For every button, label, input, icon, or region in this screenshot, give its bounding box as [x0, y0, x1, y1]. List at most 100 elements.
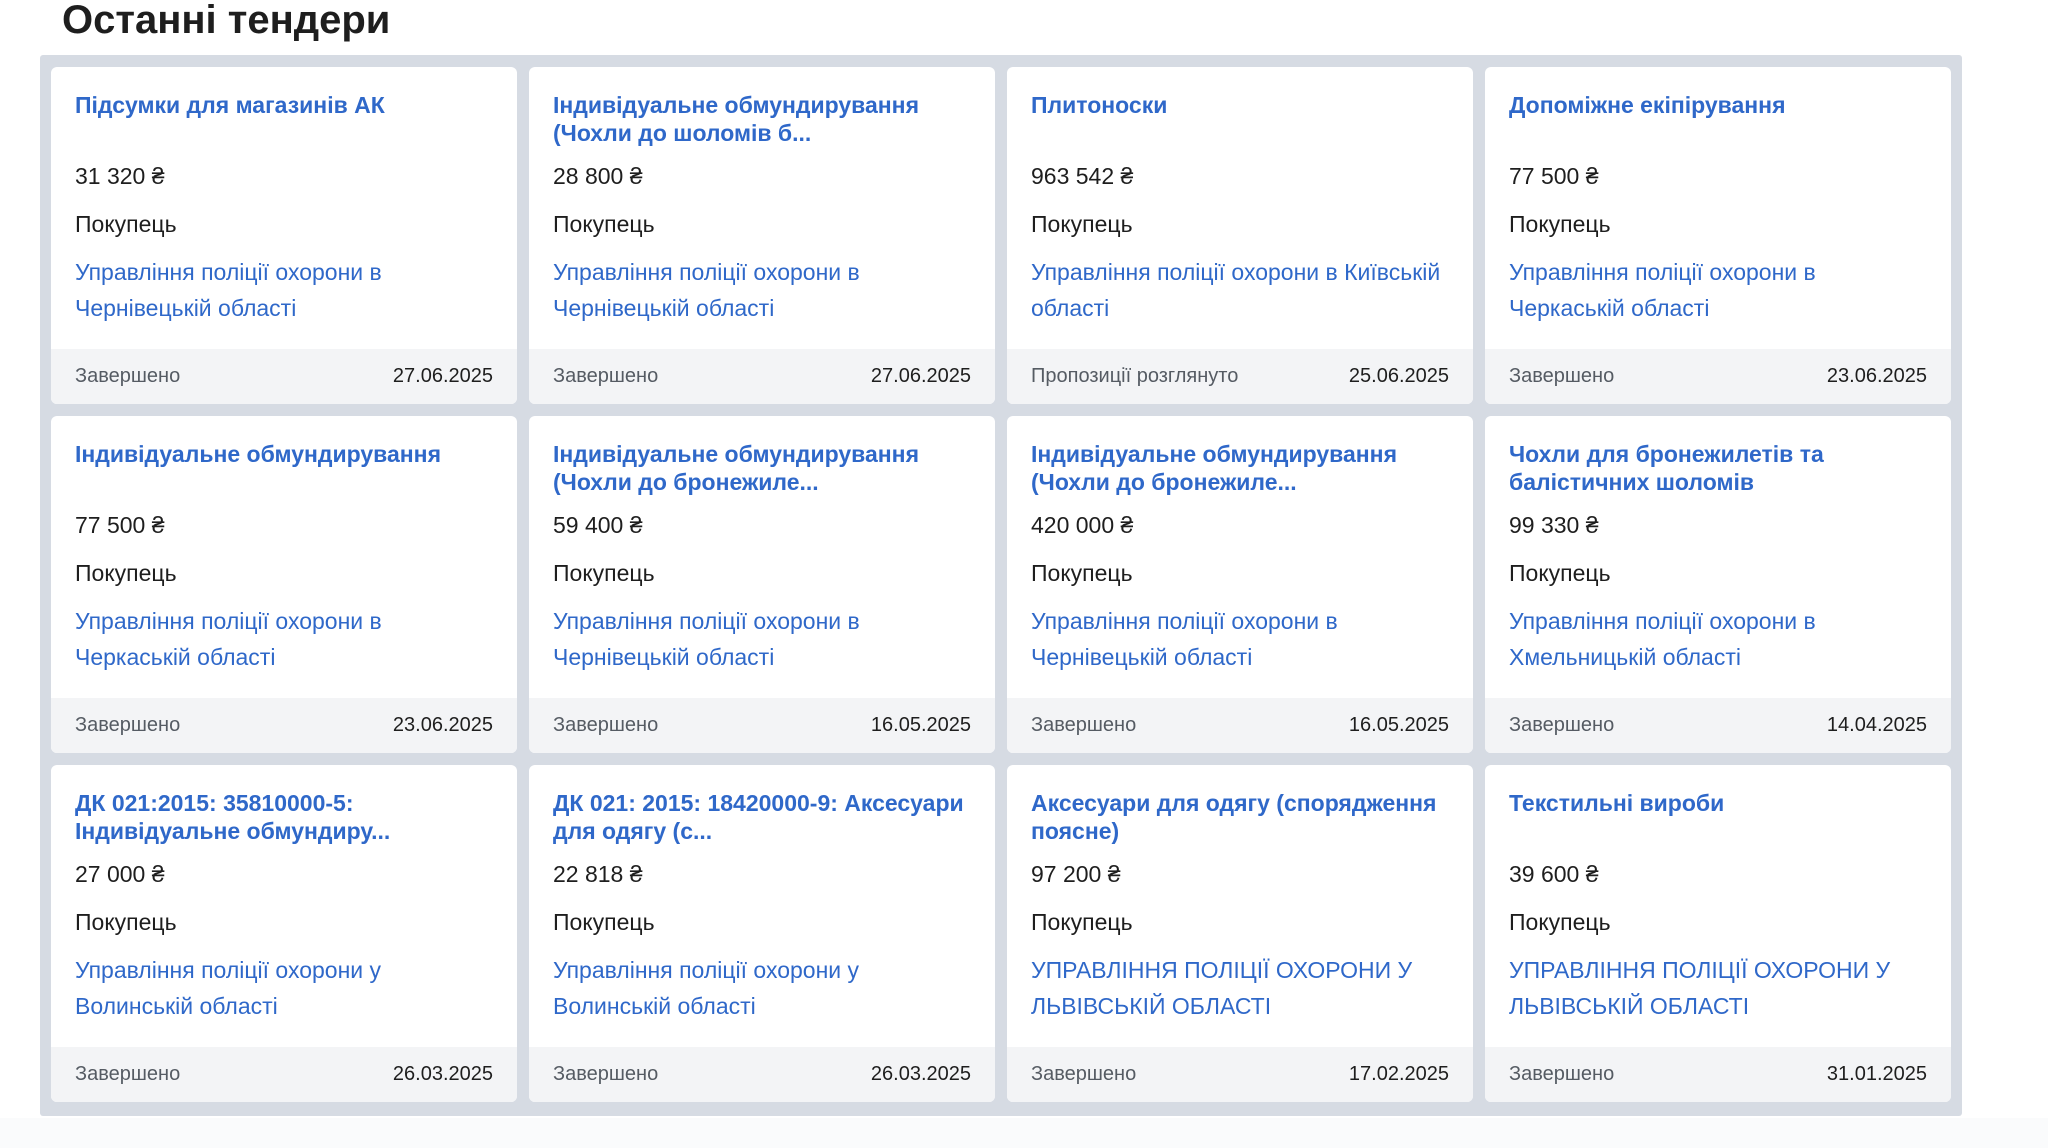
tender-amount: 420 000 ₴ — [1031, 512, 1134, 538]
tender-status: Завершено — [1031, 714, 1137, 736]
buyer-label: Покупець — [1031, 560, 1133, 586]
tender-date: 27.06.2025 — [870, 365, 971, 387]
tender-amount: 77 500 ₴ — [75, 512, 165, 538]
tender-date: 26.03.2025 — [392, 1063, 493, 1085]
tender-amount: 27 000 ₴ — [75, 861, 165, 887]
buyer-link[interactable]: Управління поліції охорони в Черкаській … — [1509, 254, 1929, 326]
tender-title-link[interactable]: Допоміжне екіпірування — [1509, 91, 1939, 119]
tender-date: 27.06.2025 — [392, 365, 493, 387]
tenders-panel: Підсумки для магазинів АК 31 320 ₴ Покуп… — [40, 55, 1962, 1116]
tender-title-link[interactable]: ДК 021: 2015: 18420000-9: Аксесуари для … — [553, 789, 983, 845]
tender-status: Завершено — [1509, 1063, 1615, 1085]
tender-status: Завершено — [75, 365, 181, 387]
tender-card-footer: Завершено 31.01.2025 — [1485, 1047, 1951, 1102]
tender-status: Завершено — [1509, 714, 1615, 736]
tender-card[interactable]: Індивідуальне обмундирування (Чохли до б… — [529, 416, 995, 753]
tender-card[interactable]: Текстильні вироби 39 600 ₴ Покупець УПРА… — [1485, 765, 1951, 1102]
tender-card-footer: Завершено 23.06.2025 — [51, 698, 517, 753]
tender-card-footer: Завершено 27.06.2025 — [529, 349, 995, 404]
tender-title-link[interactable]: Чохли для бронежилетів та балістичних шо… — [1509, 440, 1939, 496]
tender-card-footer: Завершено 16.05.2025 — [1007, 698, 1473, 753]
tender-card[interactable]: Чохли для бронежилетів та балістичних шо… — [1485, 416, 1951, 753]
tender-card[interactable]: ДК 021:2015: 35810000-5: Індивідуальне о… — [51, 765, 517, 1102]
buyer-label: Покупець — [1031, 211, 1133, 237]
tender-title-link[interactable]: Текстильні вироби — [1509, 789, 1939, 817]
tender-card-footer: Пропозиції розглянуто 25.06.2025 — [1007, 349, 1473, 404]
buyer-label: Покупець — [553, 211, 655, 237]
tender-date: 16.05.2025 — [870, 714, 971, 736]
tender-card[interactable]: Підсумки для магазинів АК 31 320 ₴ Покуп… — [51, 67, 517, 404]
tender-date: 25.06.2025 — [1348, 365, 1449, 387]
buyer-label: Покупець — [75, 560, 177, 586]
tender-card-footer: Завершено 26.03.2025 — [529, 1047, 995, 1102]
buyer-label: Покупець — [75, 909, 177, 935]
buyer-link[interactable]: Управління поліції охорони в Чернівецькі… — [553, 603, 973, 675]
tender-title-link[interactable]: Індивідуальне обмундирування — [75, 440, 505, 468]
tender-title-link[interactable]: Індивідуальне обмундирування (Чохли до б… — [1031, 440, 1461, 496]
buyer-label: Покупець — [553, 560, 655, 586]
buyer-link[interactable]: УПРАВЛІННЯ ПОЛІЦІЇ ОХОРОНИ У ЛЬВІВСЬКІЙ … — [1509, 952, 1929, 1024]
tender-title-link[interactable]: Індивідуальне обмундирування (Чохли до ш… — [553, 91, 983, 147]
buyer-link[interactable]: УПРАВЛІННЯ ПОЛІЦІЇ ОХОРОНИ У ЛЬВІВСЬКІЙ … — [1031, 952, 1451, 1024]
buyer-label: Покупець — [1509, 211, 1611, 237]
tender-status: Завершено — [1031, 1063, 1137, 1085]
tender-title-link[interactable]: Аксесуари для одягу (спорядження поясне) — [1031, 789, 1461, 845]
tender-status: Завершено — [553, 1063, 659, 1085]
tender-amount: 963 542 ₴ — [1031, 163, 1134, 189]
tender-card-footer: Завершено 27.06.2025 — [51, 349, 517, 404]
tender-date: 14.04.2025 — [1826, 714, 1927, 736]
tender-status: Завершено — [1509, 365, 1615, 387]
tender-status: Завершено — [75, 714, 181, 736]
tender-card-footer: Завершено 26.03.2025 — [51, 1047, 517, 1102]
tender-amount: 59 400 ₴ — [553, 512, 643, 538]
tender-status: Завершено — [553, 365, 659, 387]
tender-amount: 22 818 ₴ — [553, 861, 643, 887]
tender-card[interactable]: Плитоноски 963 542 ₴ Покупець Управління… — [1007, 67, 1473, 404]
tender-card[interactable]: Індивідуальне обмундирування (Чохли до ш… — [529, 67, 995, 404]
tender-card[interactable]: Допоміжне екіпірування 77 500 ₴ Покупець… — [1485, 67, 1951, 404]
tender-card[interactable]: Індивідуальне обмундирування 77 500 ₴ По… — [51, 416, 517, 753]
page-bottom-strip — [0, 1118, 2048, 1148]
tender-card-footer: Завершено 14.04.2025 — [1485, 698, 1951, 753]
tender-status: Завершено — [75, 1063, 181, 1085]
tender-date: 16.05.2025 — [1348, 714, 1449, 736]
tender-card[interactable]: Аксесуари для одягу (спорядження поясне)… — [1007, 765, 1473, 1102]
tender-title-link[interactable]: Плитоноски — [1031, 91, 1461, 119]
buyer-label: Покупець — [1509, 909, 1611, 935]
buyer-link[interactable]: Управління поліції охорони в Київській о… — [1031, 254, 1451, 326]
buyer-link[interactable]: Управління поліції охорони у Волинській … — [75, 952, 495, 1024]
tender-amount: 99 330 ₴ — [1509, 512, 1599, 538]
buyer-label: Покупець — [1509, 560, 1611, 586]
tender-status: Пропозиції розглянуто — [1031, 365, 1239, 387]
tender-status: Завершено — [553, 714, 659, 736]
tender-title-link[interactable]: Підсумки для магазинів АК — [75, 91, 505, 119]
tender-date: 23.06.2025 — [1826, 365, 1927, 387]
tender-card[interactable]: ДК 021: 2015: 18420000-9: Аксесуари для … — [529, 765, 995, 1102]
tender-date: 17.02.2025 — [1348, 1063, 1449, 1085]
tender-card[interactable]: Індивідуальне обмундирування (Чохли до б… — [1007, 416, 1473, 753]
tender-title-link[interactable]: ДК 021:2015: 35810000-5: Індивідуальне о… — [75, 789, 505, 845]
tender-amount: 77 500 ₴ — [1509, 163, 1599, 189]
tender-title-link[interactable]: Індивідуальне обмундирування (Чохли до б… — [553, 440, 983, 496]
buyer-link[interactable]: Управління поліції охорони в Чернівецькі… — [553, 254, 973, 326]
page-title: Останні тендери — [62, 0, 391, 42]
tender-date: 23.06.2025 — [392, 714, 493, 736]
buyer-link[interactable]: Управління поліції охорони у Волинській … — [553, 952, 973, 1024]
tender-card-footer: Завершено 17.02.2025 — [1007, 1047, 1473, 1102]
tender-card-footer: Завершено 16.05.2025 — [529, 698, 995, 753]
tender-date: 31.01.2025 — [1826, 1063, 1927, 1085]
buyer-link[interactable]: Управління поліції охорони в Хмельницькі… — [1509, 603, 1929, 675]
tender-amount: 28 800 ₴ — [553, 163, 643, 189]
buyer-label: Покупець — [1031, 909, 1133, 935]
buyer-link[interactable]: Управління поліції охорони в Черкаській … — [75, 603, 495, 675]
tender-amount: 97 200 ₴ — [1031, 861, 1121, 887]
tenders-grid: Підсумки для магазинів АК 31 320 ₴ Покуп… — [51, 67, 1951, 1102]
tender-amount: 31 320 ₴ — [75, 163, 165, 189]
buyer-label: Покупець — [75, 211, 177, 237]
buyer-label: Покупець — [553, 909, 655, 935]
buyer-link[interactable]: Управління поліції охорони в Чернівецькі… — [75, 254, 495, 326]
tender-card-footer: Завершено 23.06.2025 — [1485, 349, 1951, 404]
buyer-link[interactable]: Управління поліції охорони в Чернівецькі… — [1031, 603, 1451, 675]
tender-amount: 39 600 ₴ — [1509, 861, 1599, 887]
tender-date: 26.03.2025 — [870, 1063, 971, 1085]
